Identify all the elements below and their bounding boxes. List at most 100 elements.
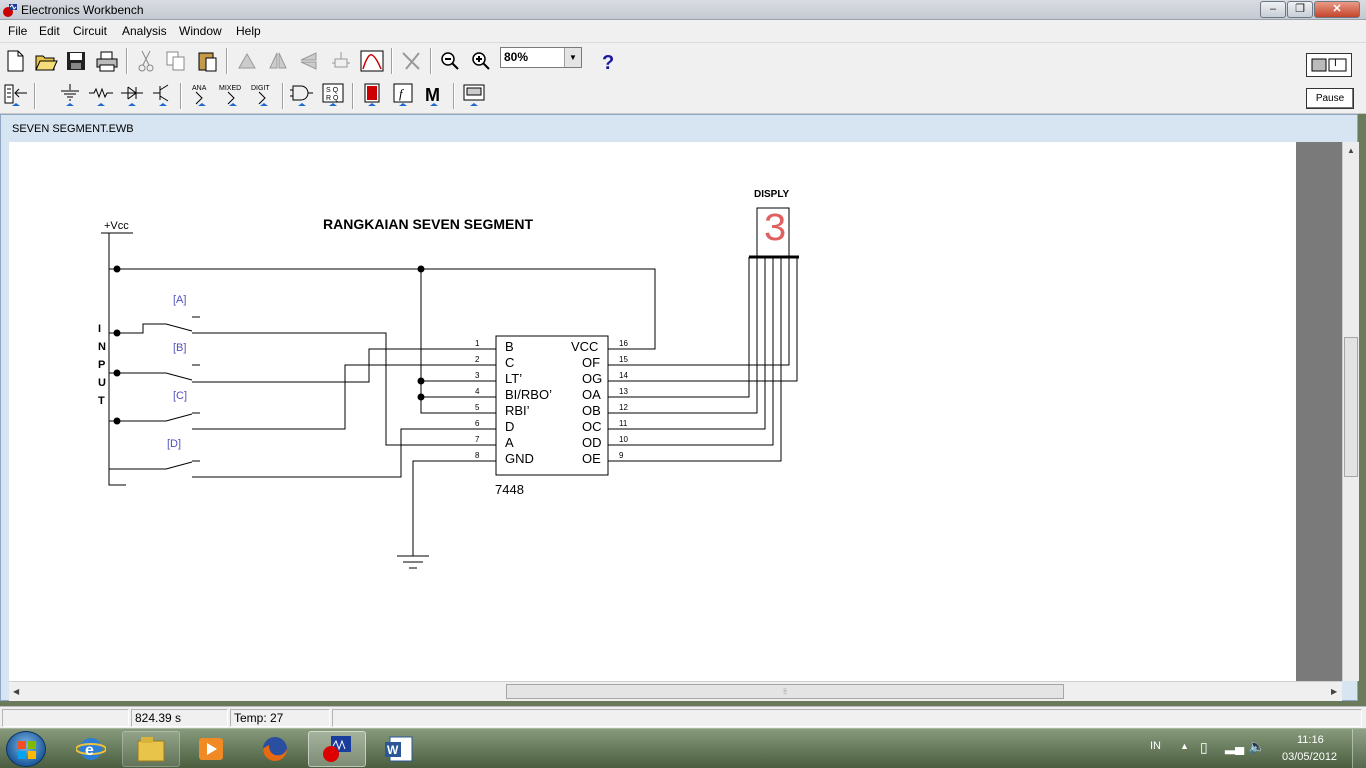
input-letter: T — [98, 395, 105, 407]
flip-horizontal-icon[interactable] — [295, 47, 323, 75]
scroll-right-icon[interactable]: ▶ — [1331, 687, 1337, 696]
copy-icon[interactable] — [162, 47, 190, 75]
basic-bin-icon[interactable] — [87, 82, 115, 110]
pin-number: 2 — [475, 355, 480, 364]
simulation-time: 824.39 s — [131, 709, 228, 727]
menu-circuit[interactable]: Circuit — [73, 24, 107, 38]
switch-b-label[interactable]: [B] — [173, 342, 186, 354]
vertical-scrollbar[interactable]: ▲ — [1342, 142, 1359, 681]
graph-icon[interactable] — [358, 47, 386, 75]
pin-number: 3 — [475, 371, 480, 380]
switch-a-label[interactable]: [A] — [173, 294, 186, 306]
transistors-bin-icon[interactable] — [149, 82, 177, 110]
svg-text:W: W — [387, 743, 399, 757]
vertical-scroll-thumb[interactable] — [1344, 337, 1358, 477]
input-letter: U — [98, 377, 106, 389]
firefox-icon[interactable] — [246, 731, 304, 767]
canvas-margin — [1296, 142, 1342, 681]
main-toolbar: ? — [0, 43, 1366, 78]
flip-vertical-icon[interactable] — [264, 47, 292, 75]
component-properties-icon[interactable] — [397, 47, 425, 75]
sources-bin-icon[interactable] — [56, 82, 84, 110]
word-icon[interactable]: W — [370, 731, 428, 767]
subcircuit-icon[interactable] — [327, 47, 355, 75]
power-switch[interactable]: I — [1306, 53, 1352, 77]
device-icon[interactable]: ▯ — [1200, 739, 1208, 756]
cut-icon[interactable] — [132, 47, 160, 75]
new-file-icon[interactable] — [1, 47, 29, 75]
pause-button[interactable]: Pause — [1306, 88, 1354, 109]
svg-text:MIXED: MIXED — [219, 85, 241, 92]
logic-gates-bin-icon[interactable] — [288, 82, 316, 110]
open-folder-icon[interactable] — [32, 47, 60, 75]
restore-button[interactable]: ❐ — [1287, 1, 1313, 18]
volume-icon[interactable]: 🔈 — [1248, 738, 1265, 755]
horizontal-scroll-thumb[interactable]: ⦙⦙ — [506, 684, 1064, 699]
internet-explorer-icon[interactable]: e — [62, 731, 120, 767]
mixed-ics-bin-icon[interactable]: MIXED — [219, 82, 247, 110]
paste-icon[interactable] — [193, 47, 221, 75]
print-icon[interactable] — [93, 47, 121, 75]
zoom-out-icon[interactable] — [436, 47, 464, 75]
minimize-button[interactable]: – — [1260, 1, 1286, 18]
document-title: SEVEN SEGMENT.EWB — [12, 123, 134, 135]
start-button[interactable] — [6, 731, 46, 767]
pin-name: VCC — [571, 339, 599, 354]
network-icon[interactable]: ▂▄ — [1225, 739, 1244, 755]
svg-text:DIGIT: DIGIT — [251, 85, 270, 92]
save-icon[interactable] — [62, 47, 90, 75]
pin-number: 10 — [619, 435, 628, 444]
menu-window[interactable]: Window — [179, 24, 222, 38]
menu-analysis[interactable]: Analysis — [122, 24, 167, 38]
pin-name: OB — [582, 403, 601, 418]
show-hidden-icons-icon[interactable]: ▲ — [1180, 741, 1189, 751]
seven-segment-digit[interactable]: 3 — [763, 207, 787, 255]
file-explorer-icon[interactable] — [122, 731, 180, 767]
status-message — [2, 709, 129, 727]
pin-name: GND — [505, 451, 534, 466]
analog-ics-bin-icon[interactable]: ANA — [188, 82, 216, 110]
svg-text:M: M — [425, 85, 440, 105]
language-indicator[interactable]: IN — [1150, 740, 1161, 752]
menu-help[interactable]: Help — [236, 24, 261, 38]
menu-edit[interactable]: Edit — [39, 24, 60, 38]
help-icon[interactable]: ? — [594, 47, 622, 75]
parts-bin-favorites-icon[interactable] — [2, 82, 30, 110]
clock-date[interactable]: 03/05/2012 — [1282, 751, 1337, 763]
close-button[interactable]: ✕ — [1314, 1, 1360, 18]
zoom-select[interactable]: 80% ▼ — [500, 47, 582, 68]
scroll-left-icon[interactable]: ◀ — [13, 687, 19, 696]
rotate-icon[interactable] — [233, 47, 261, 75]
switch-d-label[interactable]: [D] — [167, 438, 181, 450]
document-window: SEVEN SEGMENT.EWB RANGKAIAN SEVEN SEGMEN… — [0, 114, 1359, 701]
indicators-bin-icon[interactable] — [358, 82, 386, 110]
temperature: Temp: 27 — [230, 709, 330, 727]
input-letter: I — [98, 323, 102, 335]
pin-name: B — [505, 339, 514, 354]
pin-name: OD — [582, 435, 602, 450]
horizontal-scrollbar[interactable]: ◀ ⦙⦙ ▶ — [9, 681, 1342, 701]
clock-time[interactable]: 11:16 — [1297, 734, 1324, 746]
window-title: Electronics Workbench — [21, 3, 144, 17]
electronics-workbench-taskbar-icon[interactable] — [308, 731, 366, 767]
digital-bin-icon[interactable]: S QR Q — [319, 82, 347, 110]
vcc-label: +Vcc — [104, 220, 129, 232]
scroll-up-icon[interactable]: ▲ — [1347, 146, 1355, 155]
switch-c-label[interactable]: [C] — [173, 390, 187, 402]
circuit-canvas[interactable]: RANGKAIAN SEVEN SEGMENT +Vcc I N P U T [… — [9, 142, 1296, 681]
ic-name[interactable]: 7448 — [495, 482, 524, 497]
instruments-bin-icon[interactable] — [460, 82, 488, 110]
menu-file[interactable]: File — [8, 24, 27, 38]
pin-number: 14 — [619, 371, 628, 380]
show-desktop-button[interactable] — [1352, 729, 1366, 768]
chevron-down-icon[interactable]: ▼ — [564, 48, 581, 67]
pin-number: 13 — [619, 387, 628, 396]
diodes-bin-icon[interactable] — [118, 82, 146, 110]
zoom-in-icon[interactable] — [467, 47, 495, 75]
pin-name: OC — [582, 419, 602, 434]
digital-ics-bin-icon[interactable]: DIGIT — [250, 82, 278, 110]
controls-bin-icon[interactable]: f — [389, 82, 417, 110]
media-player-icon[interactable] — [182, 731, 240, 767]
app-icon — [2, 2, 18, 18]
miscellaneous-bin-icon[interactable]: M — [420, 82, 448, 110]
